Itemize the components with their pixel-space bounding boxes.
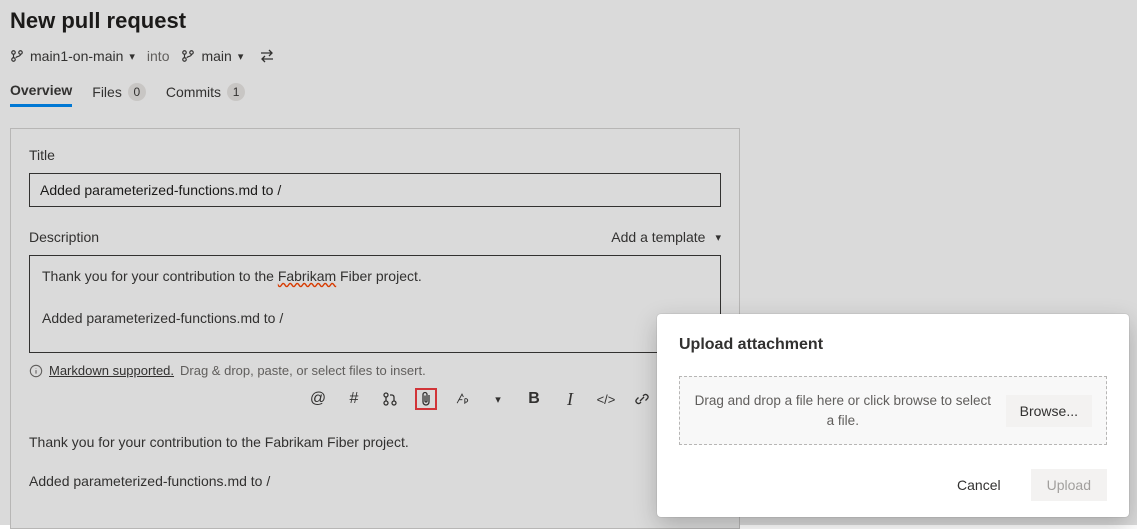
tab-files[interactable]: Files 0	[92, 83, 146, 107]
dropzone-text: Drag and drop a file here or click brows…	[694, 391, 992, 430]
dialog-title: Upload attachment	[679, 336, 1107, 354]
swap-branches-icon[interactable]	[259, 49, 275, 63]
upload-button[interactable]: Upload	[1031, 469, 1107, 501]
preview-paragraph: Thank you for your contribution to the F…	[29, 432, 721, 453]
file-dropzone[interactable]: Drag and drop a file here or click brows…	[679, 376, 1107, 445]
source-branch-name: main1-on-main	[30, 48, 123, 64]
markdown-supported-link[interactable]: Markdown supported.	[49, 363, 174, 378]
browse-button[interactable]: Browse...	[1006, 395, 1092, 427]
code-button[interactable]: </>	[595, 388, 617, 410]
files-count-badge: 0	[128, 83, 146, 101]
desc-text: Added parameterized-functions.md to /	[42, 310, 283, 326]
dialog-actions: Cancel Upload	[679, 469, 1107, 501]
info-icon	[29, 364, 43, 378]
target-branch-name: main	[201, 48, 231, 64]
add-template-dropdown[interactable]: Add a template ▾	[611, 229, 721, 245]
chevron-down-icon: ▾	[129, 50, 135, 63]
pull-request-button[interactable]	[379, 388, 401, 410]
tab-commits[interactable]: Commits 1	[166, 83, 245, 107]
tab-overview[interactable]: Overview	[10, 82, 72, 107]
title-label: Title	[29, 147, 721, 163]
pr-tabs: Overview Files 0 Commits 1	[10, 82, 1127, 108]
markdown-help-row: Markdown supported. Drag & drop, paste, …	[29, 363, 721, 378]
attach-file-button[interactable]	[415, 388, 437, 410]
desc-text: Thank you for your contribution to the	[42, 268, 278, 284]
target-branch-selector[interactable]: main ▾	[181, 48, 243, 64]
heading-button[interactable]	[451, 388, 473, 410]
pr-form-panel: Title Description Add a template ▾ Thank…	[10, 128, 740, 529]
commits-count-badge: 1	[227, 83, 245, 101]
description-preview: Thank you for your contribution to the F…	[29, 432, 721, 492]
italic-button[interactable]: I	[559, 388, 581, 410]
description-label: Description	[29, 229, 99, 245]
title-input[interactable]	[29, 173, 721, 207]
cancel-button[interactable]: Cancel	[941, 469, 1017, 501]
tab-label: Commits	[166, 84, 221, 100]
tab-label: Overview	[10, 82, 72, 98]
branch-selector-row: main1-on-main ▾ into main ▾	[10, 48, 1127, 64]
mention-button[interactable]: @	[307, 388, 329, 410]
source-branch-selector[interactable]: main1-on-main ▾	[10, 48, 135, 64]
branch-icon	[181, 49, 195, 63]
spellcheck-word: Fabrikam	[278, 268, 336, 284]
branch-icon	[10, 49, 24, 63]
link-button[interactable]	[631, 388, 653, 410]
tab-label: Files	[92, 84, 122, 100]
preview-paragraph: Added parameterized-functions.md to /	[29, 471, 721, 492]
add-template-label: Add a template	[611, 229, 705, 245]
description-textarea[interactable]: Thank you for your contribution to the F…	[29, 255, 721, 353]
upload-attachment-dialog: Upload attachment Drag and drop a file h…	[657, 314, 1129, 517]
markdown-toolbar: @ # ▾ B I </>	[29, 388, 721, 410]
page-title: New pull request	[10, 8, 1127, 34]
heading-dropdown[interactable]: ▾	[487, 388, 509, 410]
help-text: Drag & drop, paste, or select files to i…	[180, 363, 426, 378]
desc-text: Fiber project.	[336, 268, 422, 284]
bold-button[interactable]: B	[523, 388, 545, 410]
work-item-button[interactable]: #	[343, 388, 365, 410]
chevron-down-icon: ▾	[715, 231, 721, 244]
chevron-down-icon: ▾	[238, 50, 244, 63]
into-label: into	[143, 48, 174, 64]
